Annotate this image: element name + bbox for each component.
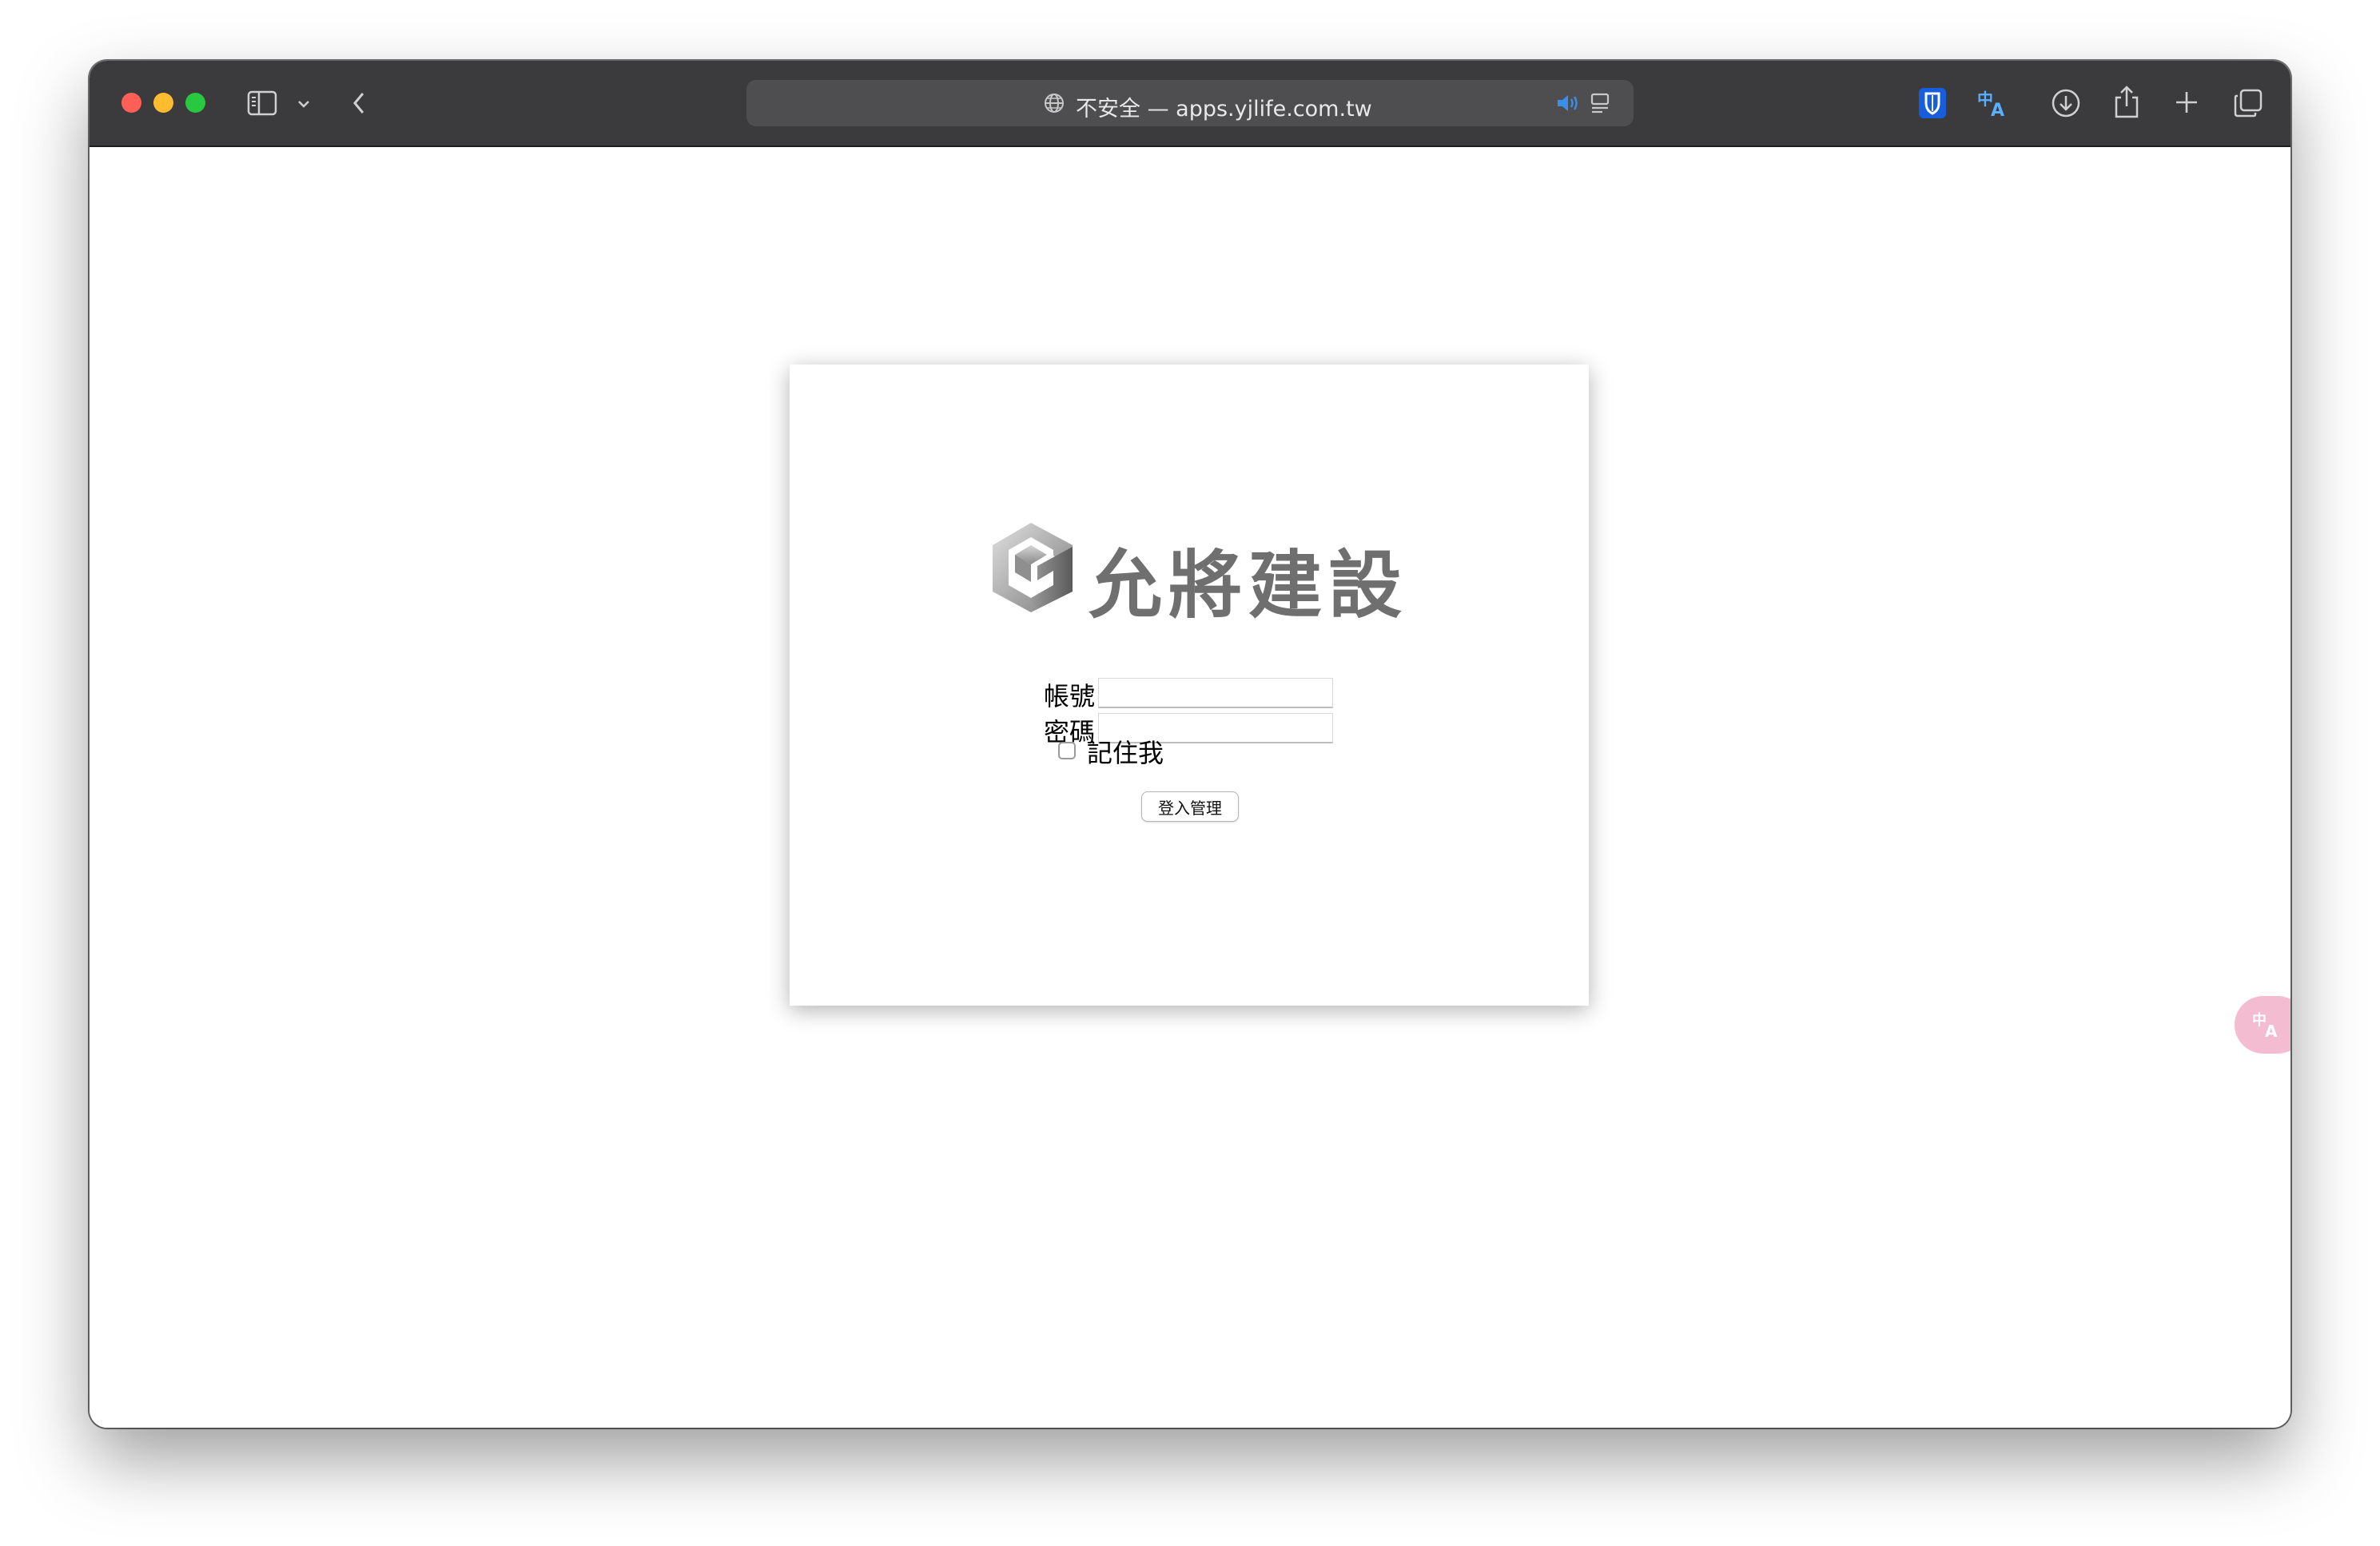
sidebar-icon[interactable] (246, 88, 278, 118)
translate-floating-button[interactable]: 中 A (2235, 996, 2290, 1054)
account-label: 帳號 (1044, 681, 1096, 711)
translate-icon[interactable]: 中 A (1976, 86, 2011, 120)
speaker-icon[interactable] (1555, 91, 1581, 115)
login-panel: 允將建設 帳號 密碼 記住我 登入管理 (790, 365, 1589, 1006)
company-logo: 允將建設 (989, 521, 1402, 628)
account-input[interactable] (1098, 678, 1333, 708)
close-window-button[interactable] (121, 93, 141, 113)
login-button[interactable]: 登入管理 (1141, 791, 1239, 822)
page-content: 允將建設 帳號 密碼 記住我 登入管理 (90, 147, 2290, 1428)
zoom-window-button[interactable] (185, 93, 205, 113)
browser-window: 不安全 — apps.yjlife.com.tw 中 A 允將建設 帳號 密碼 … (90, 61, 2290, 1428)
remember-me-label: 記住我 (1087, 738, 1164, 768)
shield-icon[interactable] (1916, 86, 1948, 120)
remember-me-checkbox[interactable] (1058, 742, 1076, 759)
back-arrow-icon[interactable] (347, 88, 371, 118)
plus-icon[interactable] (2171, 86, 2203, 118)
globe-icon (1042, 91, 1066, 115)
chevron-down-icon[interactable] (294, 94, 313, 114)
download-icon[interactable] (2049, 86, 2083, 120)
company-name: 允將建設 (1089, 543, 1409, 628)
tab-overview-icon[interactable] (2231, 86, 2265, 120)
svg-text:A: A (2265, 1022, 2278, 1041)
share-icon[interactable] (2111, 83, 2142, 120)
svg-text:A: A (1991, 101, 2004, 119)
address-text: 不安全 — apps.yjlife.com.tw (1076, 97, 1372, 122)
cube-logo-icon (993, 523, 1073, 612)
browser-toolbar: 不安全 — apps.yjlife.com.tw 中 A (90, 61, 2290, 147)
address-bar[interactable]: 不安全 — apps.yjlife.com.tw (746, 80, 1634, 126)
translate-icon: 中 A (2252, 1011, 2278, 1041)
minimize-window-button[interactable] (153, 93, 173, 113)
reader-icon[interactable] (1589, 91, 1611, 115)
